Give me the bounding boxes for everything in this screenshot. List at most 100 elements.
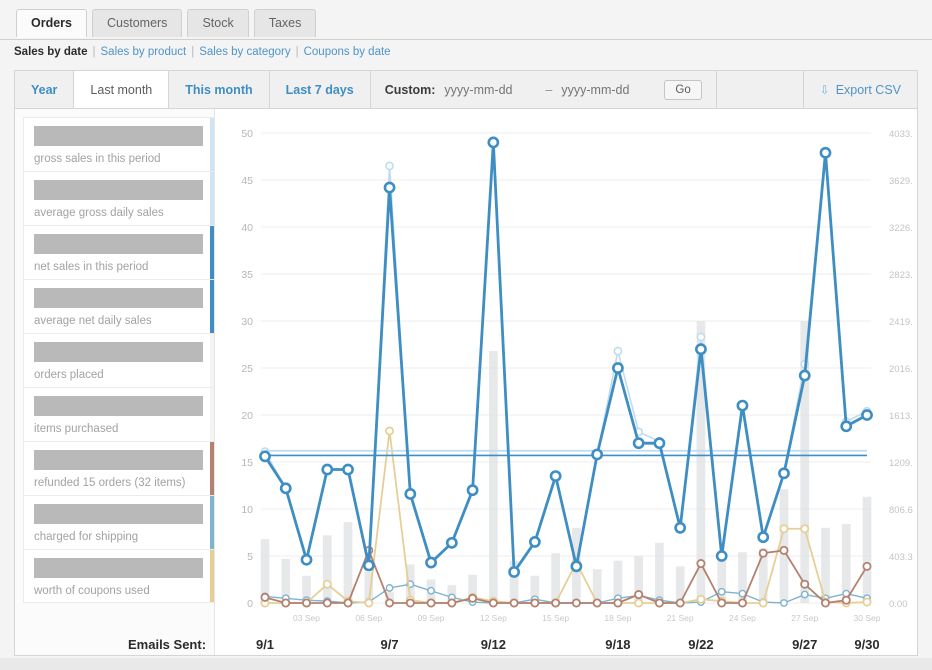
chart-point[interactable]	[862, 561, 872, 571]
chart-point[interactable]	[861, 409, 873, 421]
chart-point[interactable]	[758, 598, 768, 608]
chart-point[interactable]	[696, 559, 706, 569]
summary-item[interactable]: average net daily sales	[23, 279, 214, 333]
range-button-last-month[interactable]: Last month	[74, 71, 170, 108]
chart-point[interactable]	[613, 346, 623, 356]
tab-customers[interactable]: Customers	[92, 9, 183, 37]
chart-point[interactable]	[613, 598, 623, 608]
chart-point[interactable]	[466, 484, 479, 497]
chart-point[interactable]	[654, 598, 664, 608]
chart-point[interactable]	[592, 598, 602, 608]
chart-point[interactable]	[385, 584, 394, 592]
chart-point[interactable]	[551, 598, 561, 608]
chart-point[interactable]	[426, 598, 436, 608]
chart-point[interactable]	[385, 598, 395, 608]
summary-item[interactable]: average gross daily sales	[23, 171, 214, 225]
chart-point[interactable]	[385, 426, 395, 436]
custom-date-from-input[interactable]	[444, 82, 537, 97]
chart-point[interactable]	[300, 553, 313, 566]
chart-point[interactable]	[528, 535, 541, 548]
summary-item[interactable]: charged for shipping	[23, 495, 214, 549]
chart-point[interactable]	[404, 488, 417, 500]
chart-point[interactable]	[281, 598, 291, 608]
range-button-year[interactable]: Year	[15, 71, 75, 108]
chart-point[interactable]	[632, 437, 645, 450]
chart-point[interactable]	[800, 579, 810, 589]
chart-point[interactable]	[634, 590, 644, 600]
summary-item[interactable]: orders placed	[23, 333, 214, 387]
chart-point[interactable]	[800, 524, 810, 534]
chart-point[interactable]	[675, 598, 685, 608]
chart-point[interactable]	[820, 598, 830, 608]
summary-item[interactable]: gross sales in this period	[23, 117, 214, 171]
chart-point[interactable]	[570, 560, 583, 573]
chart-point[interactable]	[841, 595, 851, 605]
tab-stock[interactable]: Stock	[187, 9, 249, 37]
chart-point[interactable]	[800, 590, 809, 599]
chart-point[interactable]	[715, 550, 728, 562]
chart-point[interactable]	[780, 599, 788, 607]
chart-point[interactable]	[447, 598, 457, 608]
range-button-last-7-days[interactable]: Last 7 days	[269, 71, 371, 108]
chart-point[interactable]	[487, 136, 500, 149]
chart-point[interactable]	[383, 181, 396, 194]
chart-point[interactable]	[696, 594, 706, 604]
chart-point[interactable]	[674, 521, 687, 534]
chart-point[interactable]	[509, 598, 519, 608]
summary-item[interactable]: items purchased	[23, 387, 214, 441]
chart-point[interactable]	[591, 448, 604, 461]
sublink-sales-by-category[interactable]: Sales by category	[199, 46, 290, 58]
chart-point[interactable]	[302, 598, 312, 608]
chart-point[interactable]	[840, 420, 853, 433]
chart-point[interactable]	[611, 362, 624, 374]
chart-point[interactable]	[737, 598, 747, 608]
chart-point[interactable]	[425, 556, 437, 569]
chart-point[interactable]	[798, 369, 811, 382]
sales-chart-svg[interactable]: 0 5 10 15 20 25 30 35 40 45 50 0.00 403.31 806.63 1209…	[219, 115, 913, 645]
chart-point[interactable]	[653, 437, 666, 450]
chart-point[interactable]	[508, 566, 521, 578]
chart-point[interactable]	[862, 597, 872, 607]
chart-point[interactable]	[445, 536, 458, 549]
chart-point[interactable]	[385, 161, 394, 171]
summary-item[interactable]: worth of coupons used	[23, 549, 214, 603]
chart-point[interactable]	[779, 524, 789, 534]
chart-point[interactable]	[321, 463, 334, 476]
chart-point[interactable]	[343, 598, 353, 608]
chart-point[interactable]	[279, 482, 292, 495]
tab-orders[interactable]: Orders	[16, 9, 87, 37]
chart-point[interactable]	[549, 470, 562, 482]
chart-point[interactable]	[488, 598, 498, 608]
range-button-this-month[interactable]: This month	[169, 71, 270, 108]
chart-point[interactable]	[530, 598, 540, 608]
chart-point[interactable]	[260, 592, 270, 602]
chart-point[interactable]	[634, 598, 644, 608]
sublink-coupons-by-date[interactable]: Coupons by date	[304, 46, 391, 58]
chart-point[interactable]	[819, 146, 832, 159]
chart-point[interactable]	[757, 531, 770, 544]
chart-point[interactable]	[779, 545, 789, 555]
chart-point[interactable]	[364, 598, 374, 608]
chart-point[interactable]	[758, 548, 768, 558]
chart-point[interactable]	[322, 579, 332, 589]
chart-point[interactable]	[695, 343, 707, 356]
chart-point[interactable]	[736, 399, 749, 412]
chart-point[interactable]	[342, 463, 354, 476]
chart-point[interactable]	[322, 598, 332, 608]
go-button[interactable]: Go	[664, 79, 702, 100]
custom-date-to-input[interactable]	[561, 82, 654, 97]
chart-point[interactable]	[696, 332, 706, 342]
tab-taxes[interactable]: Taxes	[253, 9, 317, 37]
chart-point[interactable]	[717, 598, 727, 608]
chart-point[interactable]	[571, 598, 581, 608]
chart-point[interactable]	[427, 586, 435, 595]
sublink-sales-by-product[interactable]: Sales by product	[101, 46, 187, 58]
chart-point[interactable]	[468, 593, 478, 603]
chart-point[interactable]	[778, 467, 790, 480]
chart-point[interactable]	[405, 598, 415, 608]
chart-point[interactable]	[717, 587, 726, 596]
summary-item[interactable]: refunded 15 orders (32 items)	[23, 441, 214, 495]
summary-item[interactable]: net sales in this period	[23, 225, 214, 279]
chart-point[interactable]	[259, 450, 271, 463]
export-csv-button[interactable]: ⇩ Export CSV	[804, 71, 917, 108]
